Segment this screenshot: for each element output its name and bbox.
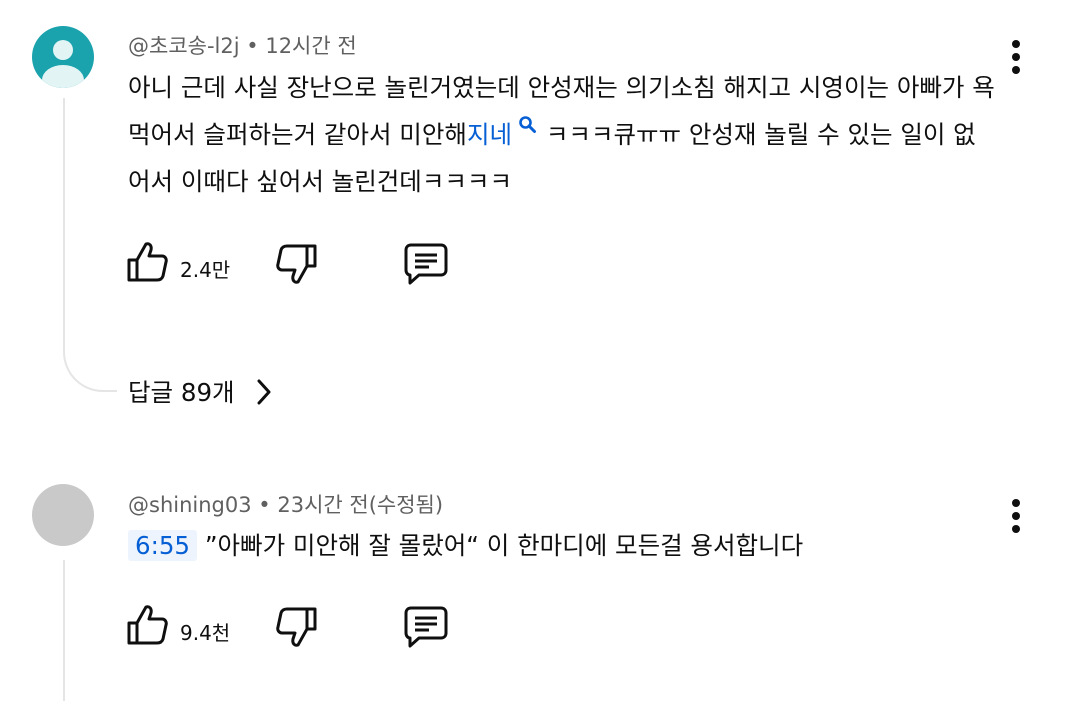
comment-text: 아니 근데 사실 장난으로 놀린거였는데 안성재는 의기소침 해지고 시영이는 … [128,64,998,205]
comment-text-part: ”아빠가 미안해 잘 몰랐어“ 이 한마디에 모든걸 용서합니다 [197,531,804,560]
meta-separator: • [246,34,266,58]
replies-toggle[interactable]: 답글 89개 [128,374,274,409]
more-vertical-icon[interactable] [1012,499,1020,538]
thread-line [63,560,65,701]
like-count: 9.4천 [180,621,231,645]
thumbs-up-icon[interactable] [126,240,170,284]
author-name[interactable]: @shining03 [128,493,252,517]
like-count: 2.4만 [180,258,231,282]
comment-meta: @초코송-l2j • 12시간 전 [128,30,357,60]
person-icon [42,40,84,88]
avatar[interactable] [32,484,94,546]
thumbs-down-icon[interactable] [274,242,318,286]
comment-text: 6:55 ”아빠가 미안해 잘 몰랐어“ 이 한마디에 모든걸 용서합니다 [128,522,998,569]
chevron-right-icon [257,379,271,405]
meta-separator: • [258,493,278,517]
more-vertical-icon[interactable] [1012,40,1020,79]
comment-icon[interactable] [403,605,449,649]
replies-label: 답글 89개 [128,378,235,407]
thumbs-up-icon[interactable] [126,603,170,647]
comment-meta: @shining03 • 23시간 전(수정됨) [128,489,443,519]
author-name[interactable]: @초코송-l2j [128,34,240,58]
search-link-label: 지네 [466,120,513,149]
search-icon [519,116,537,133]
search-link[interactable]: 지네 [466,116,538,149]
timestamp-link[interactable]: 6:55 [128,530,198,561]
comment-icon[interactable] [403,242,449,286]
thumbs-down-icon[interactable] [274,605,318,649]
comment-time: 23시간 전(수정됨) [277,493,444,517]
avatar[interactable] [32,26,94,88]
thread-connector [63,98,117,392]
comment-time: 12시간 전 [265,34,357,58]
